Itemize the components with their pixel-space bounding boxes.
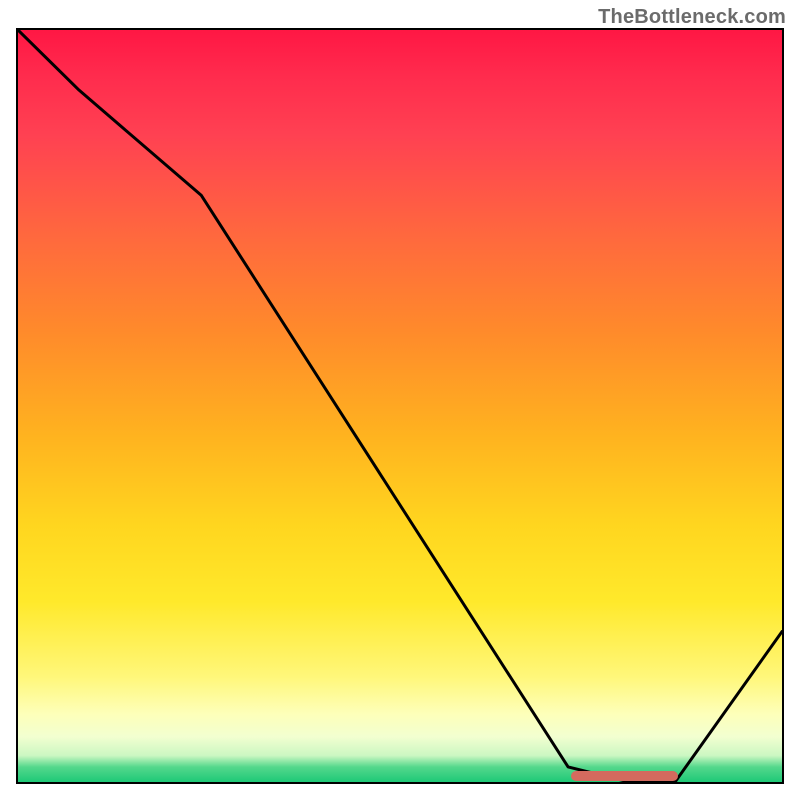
bottleneck-curve-svg	[18, 30, 782, 782]
bottleneck-curve-path	[18, 30, 782, 782]
chart-container: TheBottleneck.com	[0, 0, 800, 800]
optimal-region-marker	[571, 771, 679, 781]
watermark-text: TheBottleneck.com	[598, 6, 786, 29]
plot-area	[16, 28, 784, 784]
